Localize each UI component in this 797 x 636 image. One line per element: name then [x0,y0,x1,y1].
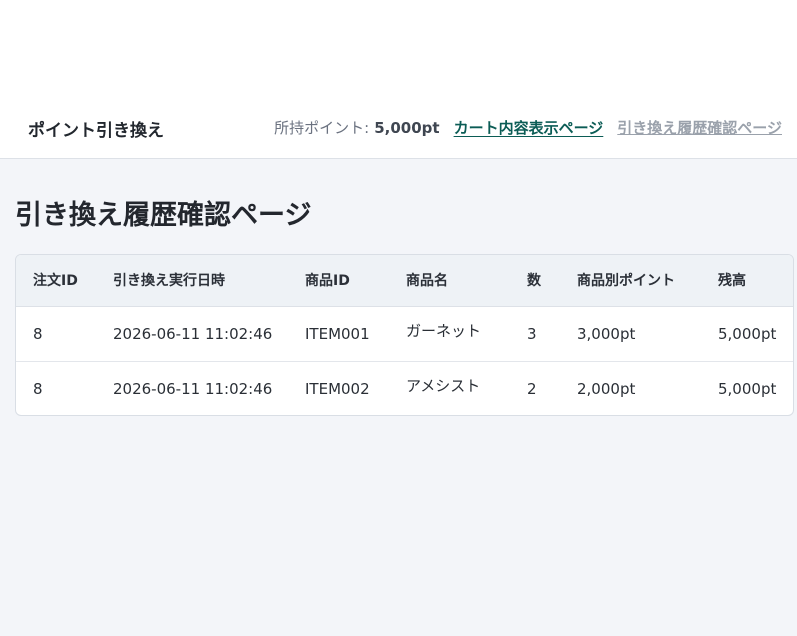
cell-item-name: ガーネット [406,322,482,340]
cell-exchange-datetime: 2026-06-11 11:02:46 [96,360,288,415]
table-row: 8 2026-06-11 11:02:46 ITEM001 ガーネット 3 3,… [16,306,793,361]
column-header-item-points: 商品別ポイント [560,255,701,307]
column-header-balance: 残高 [701,255,793,307]
cell-item-points: 2,000pt [560,360,701,415]
column-header-item-name: 商品名 [389,255,510,307]
table-header-row: 注文ID 引き換え実行日時 商品ID 商品名 数 商品別ポイント 残高 [16,255,793,307]
cell-item-id: ITEM001 [305,324,370,343]
column-header-order-id: 注文ID [16,255,96,307]
cell-exchange-datetime: 2026-06-11 11:02:46 [113,324,273,343]
brand-title: ポイント引き換え [28,121,164,141]
cell-item-id: ITEM002 [288,360,389,415]
history-table: 注文ID 引き換え実行日時 商品ID 商品名 数 商品別ポイント 残高 8 20… [16,255,793,415]
column-header-quantity: 数 [510,255,560,307]
column-header-exchange-datetime: 引き換え実行日時 [96,255,288,307]
column-header-item-id: 商品ID [288,255,389,307]
history-table-card: 注文ID 引き換え実行日時 商品ID 商品名 数 商品別ポイント 残高 8 20… [15,254,794,416]
points-value: 5,000pt [374,119,440,137]
nav-link-cart[interactable]: カート内容表示ページ [454,117,604,138]
cell-quantity: 2 [510,360,560,415]
app-header: ポイント引き換え 所持ポイント: 5,000pt カート内容表示ページ 引き換え… [0,0,797,159]
cell-balance: 5,000pt [718,324,777,343]
table-row: 8 2026-06-11 11:02:46 ITEM002 アメシスト 2 2,… [16,357,793,415]
header-nav: 所持ポイント: 5,000pt カート内容表示ページ 引き換え履歴確認ページ [274,117,782,138]
cell-order-id: 8 [16,360,96,415]
cell-order-id: 8 [33,324,43,343]
cell-item-name: アメシスト [389,357,510,413]
page-title: 引き換え履歴確認ページ [15,200,312,231]
cell-item-points: 3,000pt [577,324,636,343]
points-label: 所持ポイント: [274,119,370,137]
nav-link-history[interactable]: 引き換え履歴確認ページ [617,117,782,138]
cell-balance: 5,000pt [701,360,793,415]
cell-quantity: 3 [527,324,537,343]
